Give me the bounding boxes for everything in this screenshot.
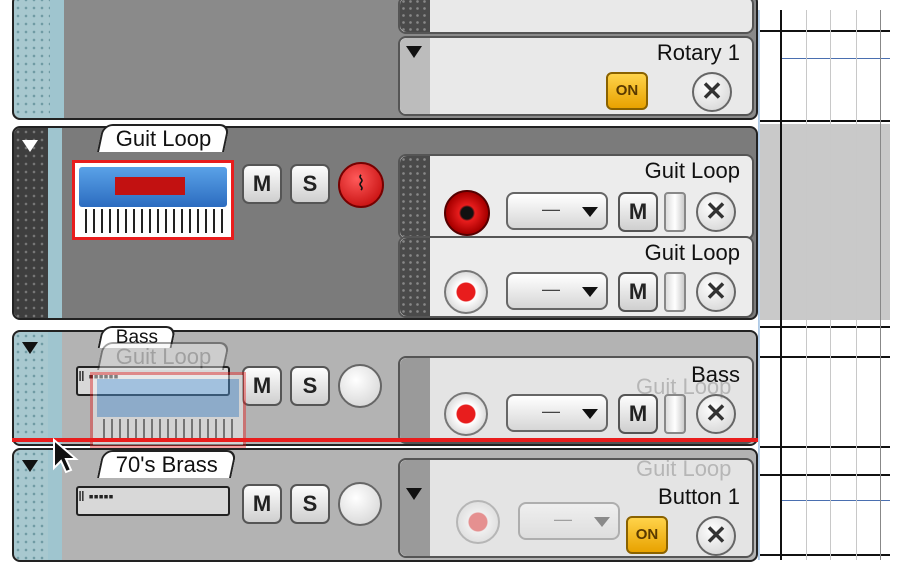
track-handle[interactable] bbox=[14, 128, 48, 318]
beat-line bbox=[806, 10, 807, 560]
record-icon[interactable] bbox=[444, 270, 488, 314]
lane-handle[interactable] bbox=[400, 460, 430, 556]
close-x-icon[interactable]: ✕ bbox=[696, 272, 736, 312]
automation-line bbox=[782, 500, 890, 501]
input-dropdown[interactable]: — bbox=[506, 192, 608, 230]
close-x-icon[interactable]: ✕ bbox=[696, 394, 736, 434]
solo-button[interactable]: S bbox=[290, 164, 330, 204]
track-name: Bass bbox=[115, 327, 159, 348]
lane-label: Guit Loop bbox=[644, 240, 740, 265]
disclosure-triangle-icon[interactable] bbox=[406, 488, 422, 500]
drop-indicator-line bbox=[12, 438, 760, 442]
solo-button[interactable]: S bbox=[290, 366, 330, 406]
close-x-icon[interactable]: ✕ bbox=[696, 516, 736, 556]
rotary-lane: Rotary 1 ON ✕ bbox=[398, 36, 754, 116]
track-handle-strip bbox=[48, 128, 62, 318]
mute-button[interactable]: M bbox=[242, 164, 282, 204]
lfo-wave-icon[interactable]: ⌇ bbox=[338, 162, 384, 208]
disclosure-triangle-icon[interactable] bbox=[22, 342, 38, 354]
record-icon[interactable] bbox=[444, 190, 490, 236]
lane-label: Bass bbox=[691, 362, 740, 387]
track-handle-strip bbox=[48, 332, 62, 444]
mute-button[interactable]: M bbox=[242, 366, 282, 406]
mute-button[interactable]: M bbox=[242, 484, 282, 524]
bar-line bbox=[880, 10, 881, 560]
input-dropdown[interactable]: — bbox=[506, 394, 608, 432]
lane-fader[interactable] bbox=[664, 272, 686, 312]
disclosure-triangle-icon[interactable] bbox=[22, 140, 38, 152]
track-name: 70's Brass bbox=[115, 452, 218, 477]
lane-handle[interactable] bbox=[400, 358, 430, 442]
track-name-tab[interactable]: Bass bbox=[97, 326, 177, 348]
lane-mute-button[interactable]: M bbox=[618, 272, 658, 312]
lane-guit-loop-1: Guit Loop — M ✕ bbox=[398, 154, 754, 240]
close-x-icon[interactable]: ✕ bbox=[696, 192, 736, 232]
lane-handle[interactable] bbox=[400, 156, 430, 238]
lane-handle[interactable] bbox=[400, 0, 430, 32]
beat-line bbox=[830, 10, 831, 560]
disclosure-triangle-icon[interactable] bbox=[22, 460, 38, 472]
track-name-tab[interactable]: 70's Brass bbox=[97, 450, 238, 478]
beat-line bbox=[856, 10, 857, 560]
bass-rack-device[interactable]: Ⅱ ▪▪▪▪▪▪ bbox=[76, 366, 230, 396]
lane-label: Guit Loop bbox=[644, 158, 740, 183]
lane-button-1: Button 1 — ON ✕ bbox=[398, 458, 754, 558]
track-70s-brass: 70's Brass Ⅱ ▪▪▪▪▪ M S Button 1 — ON ✕ bbox=[12, 448, 758, 562]
track-bass: Bass Ⅱ ▪▪▪▪▪▪ M S Bass — M ✕ bbox=[12, 326, 758, 446]
track-name: Guit Loop bbox=[115, 126, 212, 151]
brass-rack-device[interactable]: Ⅱ ▪▪▪▪▪ bbox=[76, 486, 230, 516]
close-x-icon[interactable]: ✕ bbox=[692, 72, 732, 112]
lane-label: Button 1 bbox=[658, 484, 740, 509]
lane-mute-button[interactable]: M bbox=[618, 192, 658, 232]
sequencer-lanes[interactable] bbox=[760, 10, 890, 560]
track-handle-strip bbox=[50, 0, 64, 118]
on-toggle-button[interactable]: ON bbox=[626, 516, 668, 554]
lane-bass: Bass — M ✕ bbox=[398, 356, 754, 444]
pointer-cursor-icon bbox=[53, 438, 79, 474]
lane-fader[interactable] bbox=[664, 394, 686, 434]
track-name-tab[interactable]: Guit Loop bbox=[97, 124, 231, 152]
lane-label: Rotary 1 bbox=[656, 40, 740, 65]
track-guit-loop: Guit Loop M S ⌇ Guit Loop — M ✕ Guit Loo… bbox=[12, 124, 758, 320]
solo-button[interactable]: S bbox=[290, 484, 330, 524]
record-icon[interactable] bbox=[456, 500, 500, 544]
input-dropdown[interactable]: — bbox=[506, 272, 608, 310]
lfo-wave-icon[interactable] bbox=[338, 364, 382, 408]
disclosure-triangle-icon[interactable] bbox=[406, 46, 422, 58]
synth-keyboard-icon[interactable] bbox=[72, 160, 234, 240]
lane-handle[interactable] bbox=[400, 238, 430, 316]
partial-lane bbox=[398, 0, 754, 34]
lane-fader[interactable] bbox=[664, 192, 686, 232]
track-handle[interactable] bbox=[14, 0, 50, 118]
record-icon[interactable] bbox=[444, 392, 488, 436]
lane-guit-loop-2: Guit Loop — M ✕ bbox=[398, 236, 754, 318]
track-top-remnant: Rotary 1 ON ✕ bbox=[12, 0, 758, 120]
input-dropdown[interactable]: — bbox=[518, 502, 620, 540]
on-toggle-button[interactable]: ON bbox=[606, 72, 648, 110]
lfo-wave-icon[interactable] bbox=[338, 482, 382, 526]
lane-mute-button[interactable]: M bbox=[618, 394, 658, 434]
automation-line bbox=[782, 58, 890, 59]
bar-line bbox=[780, 10, 782, 560]
